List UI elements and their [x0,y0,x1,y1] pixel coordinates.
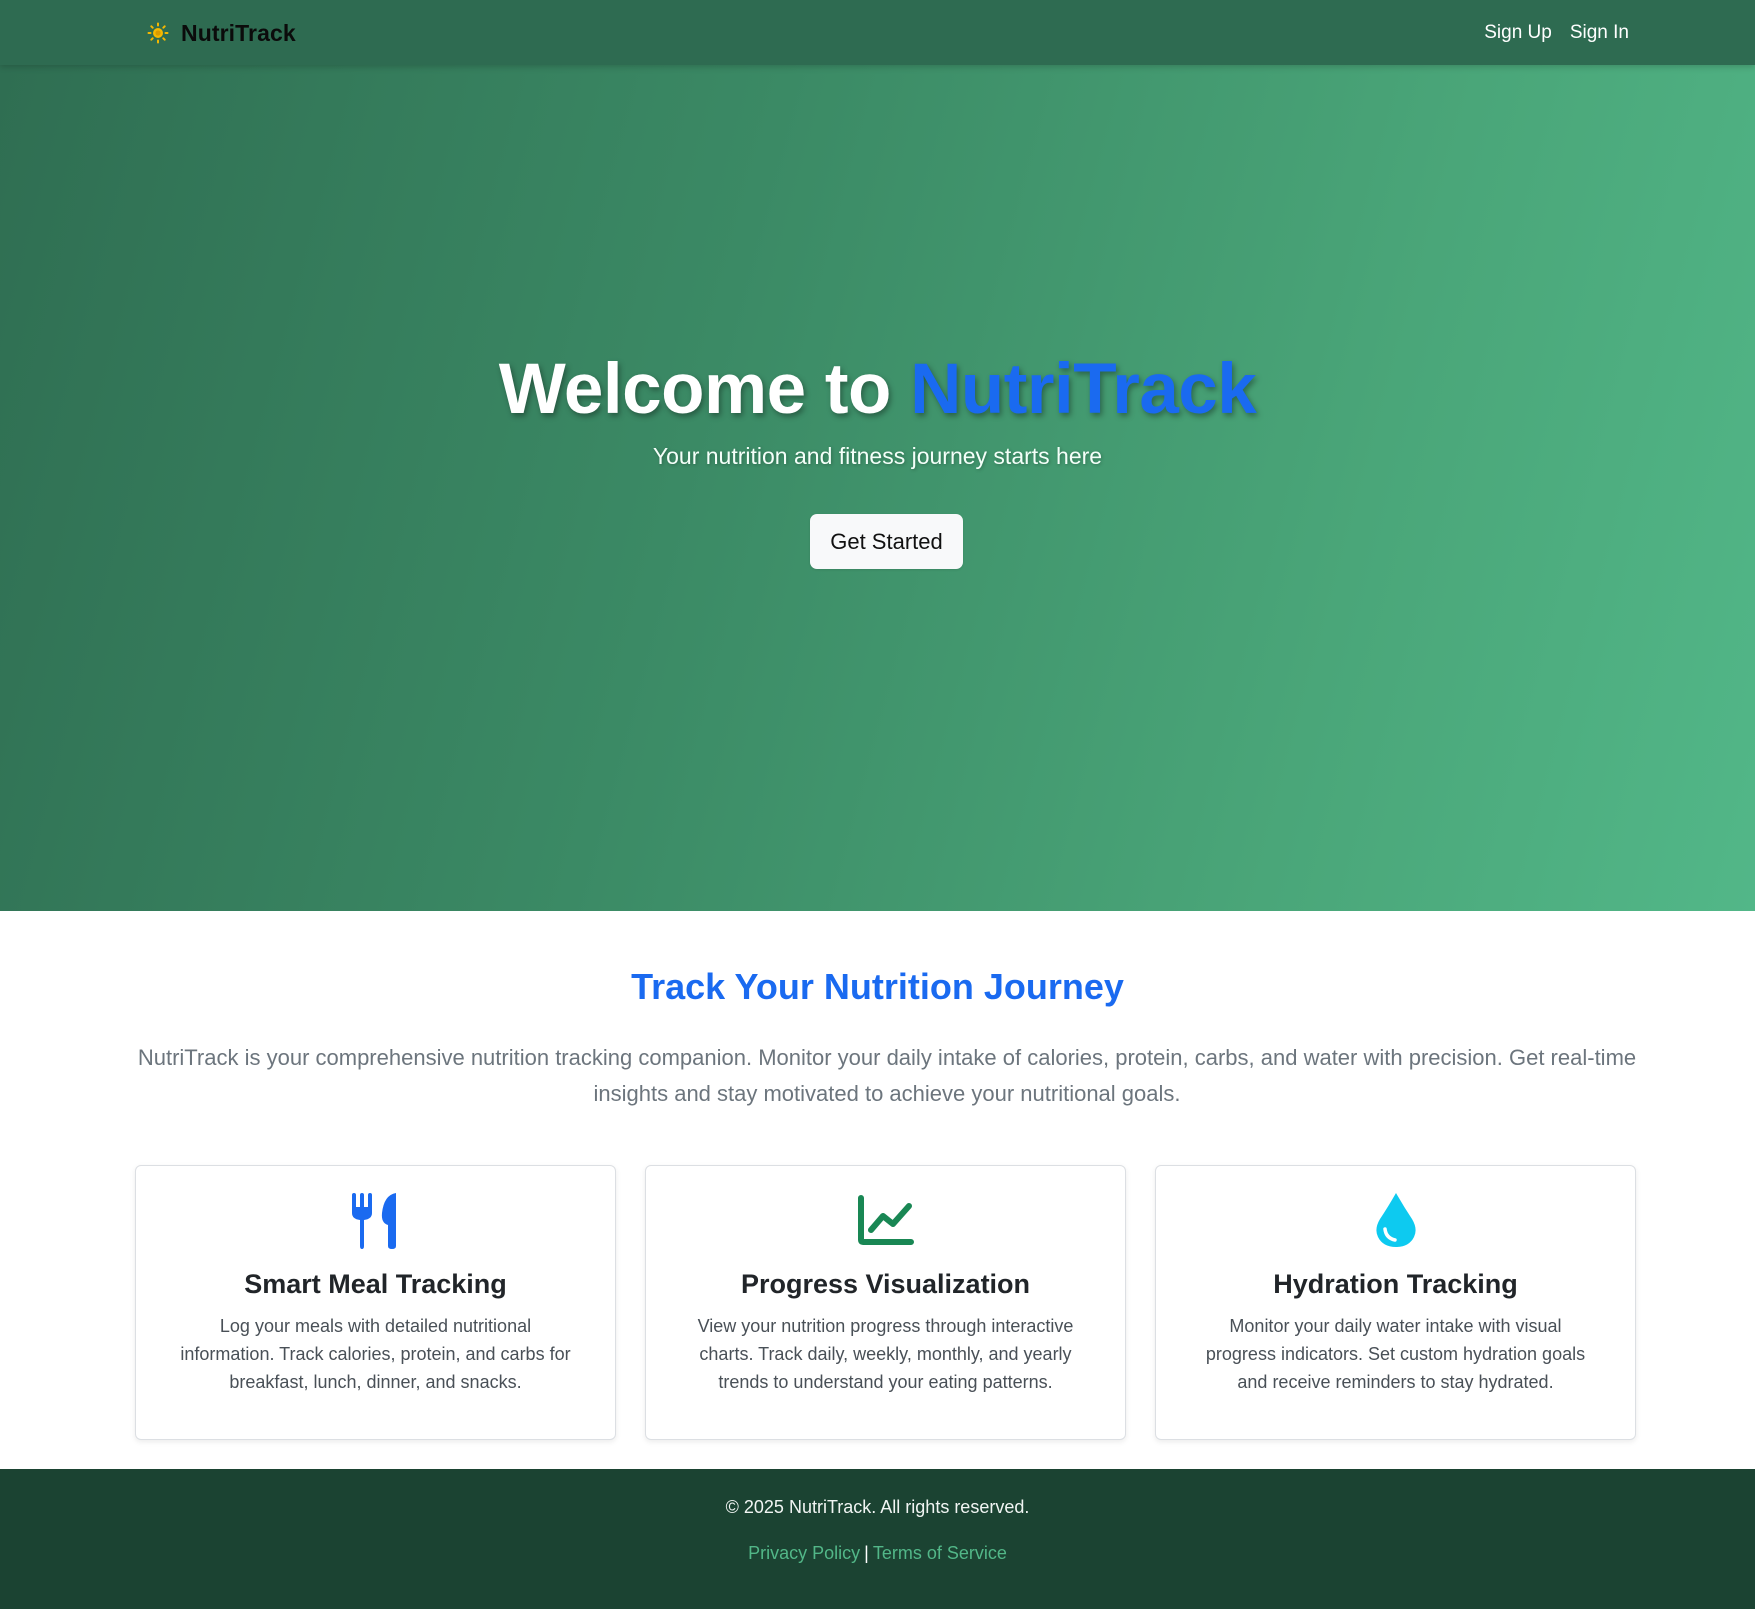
privacy-policy-link[interactable]: Privacy Policy [748,1543,860,1563]
sign-up-link[interactable]: Sign Up [1484,18,1552,48]
feature-card-meal-tracking: Smart Meal Tracking Log your meals with … [135,1165,616,1440]
hero-title-accent: NutriTrack [910,350,1257,429]
feature-card-progress-visualization: Progress Visualization View your nutriti… [645,1165,1126,1440]
navbar: NutriTrack Sign Up Sign In [0,0,1755,65]
water-drop-icon [1366,1190,1426,1250]
utensils-icon [346,1190,406,1250]
feature-title: Smart Meal Tracking [244,1269,507,1299]
brand-name: NutriTrack [181,19,296,46]
footer: © 2025 NutriTrack. All rights reserved. … [0,1469,1755,1609]
section-description: NutriTrack is your comprehensive nutriti… [137,1045,1637,1106]
feature-text: View your nutrition progress through int… [697,1316,1074,1392]
footer-separator: | [864,1543,869,1563]
copyright-text: © 2025 NutriTrack. All rights reserved. [725,1497,1030,1517]
sun-icon [147,22,169,44]
feature-card-hydration-tracking: Hydration Tracking Monitor your daily wa… [1155,1165,1636,1440]
feature-text: Log your meals with detailed nutritional… [180,1316,571,1392]
terms-of-service-link[interactable]: Terms of Service [873,1543,1007,1563]
get-started-button[interactable]: Get Started [810,514,963,569]
feature-title: Hydration Tracking [1273,1269,1518,1299]
hero-section: Welcome to NutriTrack Your nutrition and… [0,65,1755,911]
line-chart-icon [856,1190,916,1250]
brand-logo-link[interactable]: NutriTrack [147,17,296,49]
hero-title-prefix: Welcome to [498,350,892,429]
hero-subtitle: Your nutrition and fitness journey start… [652,443,1103,469]
feature-text: Monitor your daily water intake with vis… [1205,1316,1586,1392]
footer-links: Privacy Policy | Terms of Service [0,1543,1755,1564]
hero-title: Welcome to NutriTrack [0,350,1755,430]
nav-links: Sign Up Sign In [1484,18,1629,48]
sign-in-link[interactable]: Sign In [1570,18,1629,48]
feature-title: Progress Visualization [740,1269,1031,1299]
section-title: Track Your Nutrition Journey [631,966,1124,1007]
